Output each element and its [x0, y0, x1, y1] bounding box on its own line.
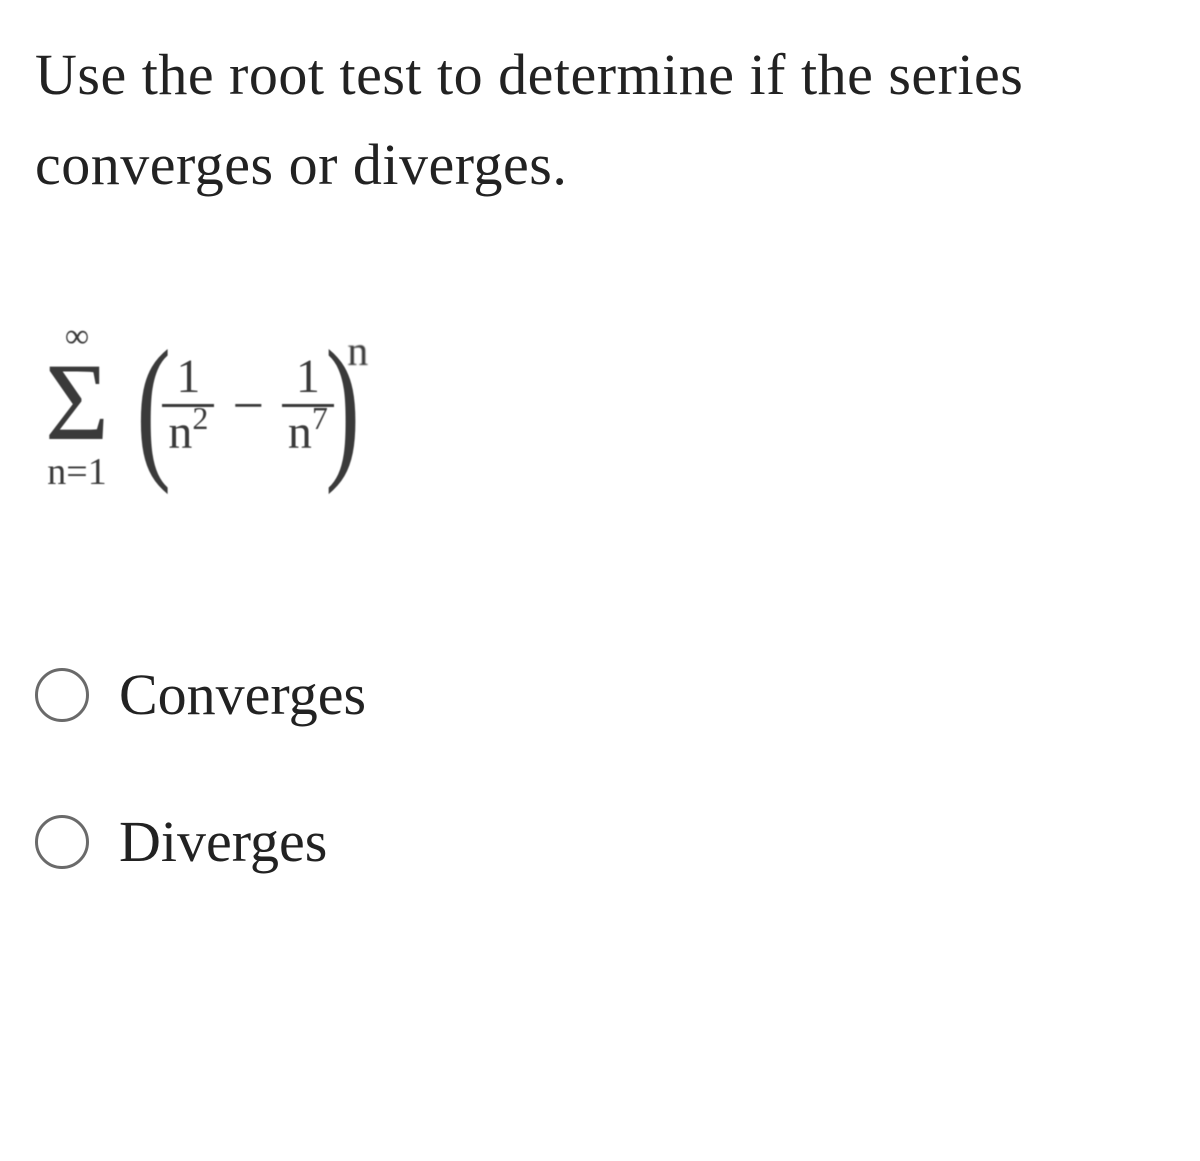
option-label: Diverges — [119, 808, 327, 875]
formula: ∞ Σ n=1 ( 1 n2 − 1 n7 ) n — [45, 320, 1165, 492]
option-label: Converges — [119, 661, 366, 728]
minus-sign: − — [232, 374, 264, 438]
radio-icon[interactable] — [35, 668, 89, 722]
inner-expression: 1 n2 − 1 n7 — [162, 351, 334, 460]
sigma-symbol: Σ — [45, 356, 109, 450]
radio-icon[interactable] — [35, 815, 89, 869]
question-text: Use the root test to determine if the se… — [35, 30, 1165, 210]
option-diverges[interactable]: Diverges — [35, 808, 1165, 875]
left-paren: ( — [136, 346, 171, 466]
outer-exponent: n — [347, 328, 368, 376]
sigma-block: ∞ Σ n=1 — [45, 320, 109, 492]
option-converges[interactable]: Converges — [35, 661, 1165, 728]
paren-group: ( 1 n2 − 1 n7 ) n — [127, 346, 368, 466]
sigma-lower-bound: n=1 — [47, 453, 106, 491]
frac1-numerator: 1 — [164, 351, 212, 404]
options-group: Converges Diverges — [35, 661, 1165, 875]
